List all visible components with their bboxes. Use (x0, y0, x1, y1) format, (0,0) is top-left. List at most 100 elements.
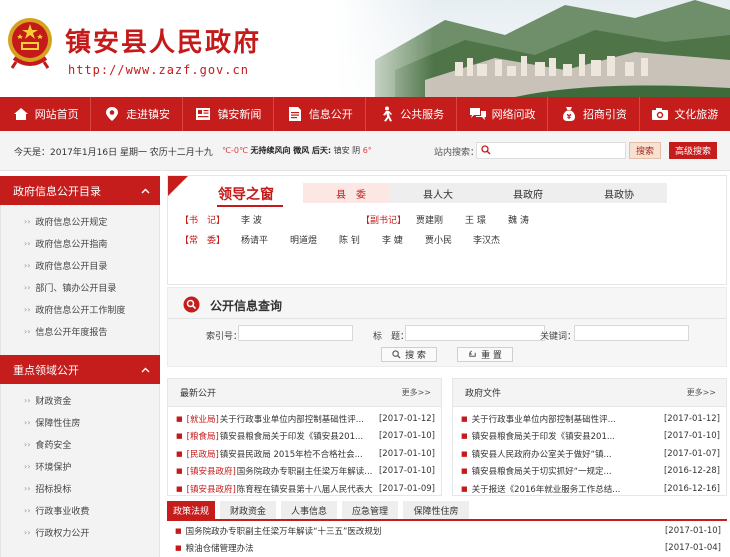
tab-finance[interactable]: 财政资金 (220, 501, 276, 519)
item-date: [2017-01-07] (663, 448, 720, 459)
leader-name[interactable]: 李汉杰 (473, 233, 500, 246)
tab-emergency[interactable]: 应急管理 (342, 501, 398, 519)
nav-home-label: 网站首页 (34, 108, 79, 121)
sidebar-item-fees[interactable]: ›› 行政事业收费 (1, 499, 159, 521)
tab-county-congress[interactable]: 县人大 (390, 183, 486, 203)
item-date: [2017-01-10] (378, 466, 435, 477)
double-chevron-icon: ›› (24, 527, 31, 537)
sidebar-item-annual-report[interactable]: ›› 信息公开年度报告 (1, 320, 159, 342)
nav-public-service-label: 公共服务 (400, 108, 445, 121)
title-input[interactable] (405, 325, 545, 341)
chevron-up-icon (141, 367, 150, 372)
leader-name[interactable]: 贾小民 (425, 233, 452, 246)
sidebar-gov-info-header[interactable]: 政府信息公开目录 (0, 176, 160, 205)
sidebar-item-work-system[interactable]: ›› 政府信息公开工作制度 (1, 298, 159, 320)
list-item[interactable]: ■ [就业局] 关于行政事业单位内部控制基础性评... [2017-01-12] (168, 410, 441, 428)
sidebar-item-admin-power[interactable]: ›› 行政权力公开 (1, 521, 159, 543)
sidebar-item-food-drug[interactable]: ›› 食药安全 (1, 433, 159, 455)
sidebar-item-info-catalog[interactable]: ›› 政府信息公开目录 (1, 254, 159, 276)
list-item[interactable]: ■ 粮油仓储管理办法 [2017-01-04] (167, 540, 727, 556)
list-item[interactable]: ■ [民政局] 镇安县民政局 2015年检不合格社会... [2017-01-10] (168, 445, 441, 463)
nav-culture-tourism[interactable]: 文化旅游 (640, 97, 730, 131)
sidebar-key-areas-header[interactable]: 重点领域公开 (0, 355, 160, 384)
nav-investment[interactable]: ¥ 招商引资 (548, 97, 640, 131)
sidebar-item-housing[interactable]: ›› 保障性住房 (1, 411, 159, 433)
tab-underline (167, 519, 727, 521)
site-search-input[interactable] (476, 142, 626, 159)
tab-county-committee[interactable]: 县 委 (303, 183, 399, 203)
list-item[interactable]: ■ 镇安县粮食局关于印发《镇安县201... [2017-01-10] (453, 428, 726, 446)
site-search-label: 站内搜索： (434, 148, 480, 158)
sidebar-item-dept-catalog[interactable]: ›› 部门、镇办公开目录 (1, 276, 159, 298)
leader-name[interactable]: 李 波 (241, 213, 262, 226)
newspaper-icon (194, 105, 212, 123)
double-chevron-icon: ›› (24, 395, 31, 405)
latest-more-link[interactable]: 更多>> (402, 387, 431, 398)
tab-county-cppcc[interactable]: 县政协 (571, 183, 667, 203)
sidebar-item-finance[interactable]: ›› 财政资金 (1, 389, 159, 411)
leader-name[interactable]: 李 婕 (382, 233, 403, 246)
list-item[interactable]: ■ 关于行政事业单位内部控制基础性评... [2017-01-12] (453, 410, 726, 428)
nav-info-public[interactable]: 信息公开 (274, 97, 366, 131)
advanced-search-button[interactable]: 高级搜索 (669, 142, 717, 159)
gov-docs-more-link[interactable]: 更多>> (687, 387, 716, 398)
sidebar-key-areas-list: ›› 财政资金 ›› 保障性住房 ›› 食药安全 ›› 环境保护 ›› 招标投标 ›› 行政… (0, 384, 160, 557)
list-item[interactable]: ■ 关于报送《2016年就业服务工作总结... [2016-12-16] (453, 480, 726, 498)
item-text: 国务院政办专职副主任梁万年解读“十三五”医改规划 (185, 527, 382, 537)
index-number-input[interactable] (238, 325, 353, 341)
sidebar-item-label: 政府信息公开工作制度 (35, 305, 126, 316)
leader-name[interactable]: 明道煜 (290, 233, 317, 246)
leader-name[interactable]: 贾建刚 (416, 213, 443, 226)
site-search-button[interactable]: 搜索 (629, 142, 661, 159)
role-standing-committee: 【常 委】 (180, 236, 226, 246)
leader-name[interactable]: 杨请平 (241, 233, 268, 246)
main-nav: 网站首页 走进镇安 镇安新闻 信息公开 公共服务 网络问政 ¥ 招商引资 文化旅… (0, 97, 730, 131)
sidebar-item-bidding[interactable]: ›› 招标投标 (1, 477, 159, 499)
list-item[interactable]: ■ [镇安县政府] 陈育程在镇安县第十八届人民代表大... [2017-01-09] (168, 480, 441, 498)
nav-news[interactable]: 镇安新闻 (183, 97, 275, 131)
nav-public-service[interactable]: 公共服务 (366, 97, 457, 131)
leader-name[interactable]: 王 璟 (465, 213, 486, 226)
query-reset-button[interactable]: 重 置 (457, 347, 513, 362)
double-chevron-icon: ›› (24, 505, 31, 515)
reset-icon (469, 350, 476, 357)
nav-about[interactable]: 走进镇安 (91, 97, 183, 131)
double-chevron-icon: ›› (24, 326, 31, 336)
nav-online-inquiry[interactable]: 网络问政 (457, 97, 549, 131)
sidebar-item-label: 行政权力公开 (35, 528, 90, 539)
list-item[interactable]: ■ [镇安县政府] 国务院政办专职副主任梁万年解读... [2017-01-10] (168, 463, 441, 481)
item-date: [2017-01-12] (663, 413, 720, 424)
tab-housing[interactable]: 保障性住房 (403, 501, 469, 519)
nav-investment-label: 招商引资 (582, 108, 627, 121)
city-landscape-banner (335, 0, 730, 97)
list-item[interactable]: ■ 镇安县粮食局关于切实抓好“一规定... [2016-12-28] (453, 463, 726, 481)
list-item[interactable]: ■ 国务院政办专职副主任梁万年解读“十三五”医改规划 [2017-01-10] (167, 523, 727, 539)
leader-name[interactable]: 陈 钊 (339, 233, 360, 246)
keyword-input[interactable] (574, 325, 689, 341)
item-tag: [民政局] (186, 449, 219, 460)
divider (168, 318, 726, 319)
sidebar-item-info-guide[interactable]: ›› 政府信息公开指南 (1, 232, 159, 254)
national-emblem-icon (8, 18, 52, 69)
nav-home[interactable]: 网站首页 (0, 97, 92, 131)
sidebar-item-info-rules[interactable]: ›› 政府信息公开规定 (1, 210, 159, 232)
role-deputy-secretary: 【副书记】 (361, 216, 407, 226)
keyword-label: 关键词： (540, 332, 577, 342)
sidebar-item-environment[interactable]: ›› 环境保护 (1, 455, 159, 477)
tab-policy[interactable]: 政策法规 (167, 501, 215, 519)
double-chevron-icon: ›› (24, 216, 31, 226)
list-item[interactable]: ■ 镇安县人民政府办公室关于做好“镇... [2017-01-07] (453, 445, 726, 463)
item-text: 镇安县粮食局关于切实抓好“一规定... (471, 467, 612, 478)
item-date: [2017-01-09] (378, 483, 435, 494)
item-tag: [镇安县政府] (186, 467, 236, 478)
list-item[interactable]: ■ [粮食局] 镇安县粮食局关于印发《镇安县201... [2017-01-10] (168, 428, 441, 446)
query-search-button[interactable]: 搜 索 (381, 347, 437, 362)
tab-county-government[interactable]: 县政府 (480, 183, 576, 203)
leader-name[interactable]: 魏 涛 (508, 213, 529, 226)
home-icon (12, 105, 30, 123)
bullet-icon: ■ (176, 484, 183, 493)
tab-personnel[interactable]: 人事信息 (281, 501, 337, 519)
double-chevron-icon: ›› (24, 260, 31, 270)
weather-place: 镇安 (333, 146, 350, 155)
query-search-label: 搜 索 (405, 351, 426, 361)
